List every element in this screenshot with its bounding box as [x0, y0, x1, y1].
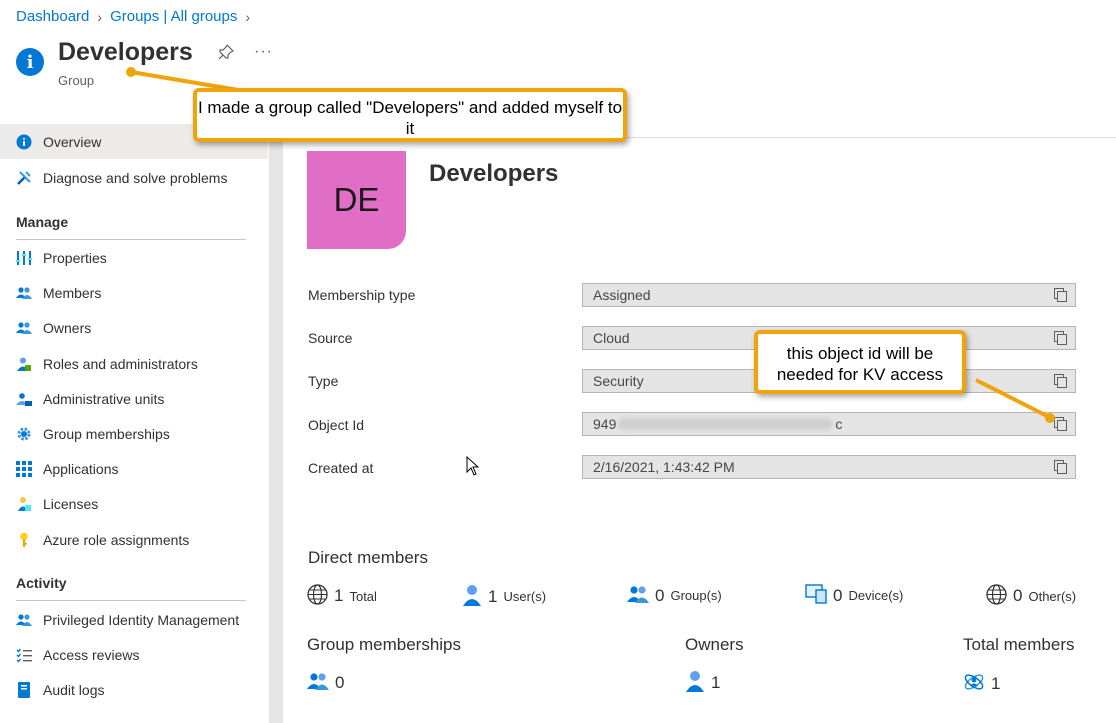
annotation-callout: I made a group called "Developers" and a… — [193, 88, 627, 142]
callout-pointer-dot — [126, 67, 136, 77]
callout-pointer-dot — [1045, 413, 1055, 423]
annotation-callout: this object id will be needed for KV acc… — [754, 330, 966, 394]
callout-pointer-line — [975, 378, 1050, 419]
